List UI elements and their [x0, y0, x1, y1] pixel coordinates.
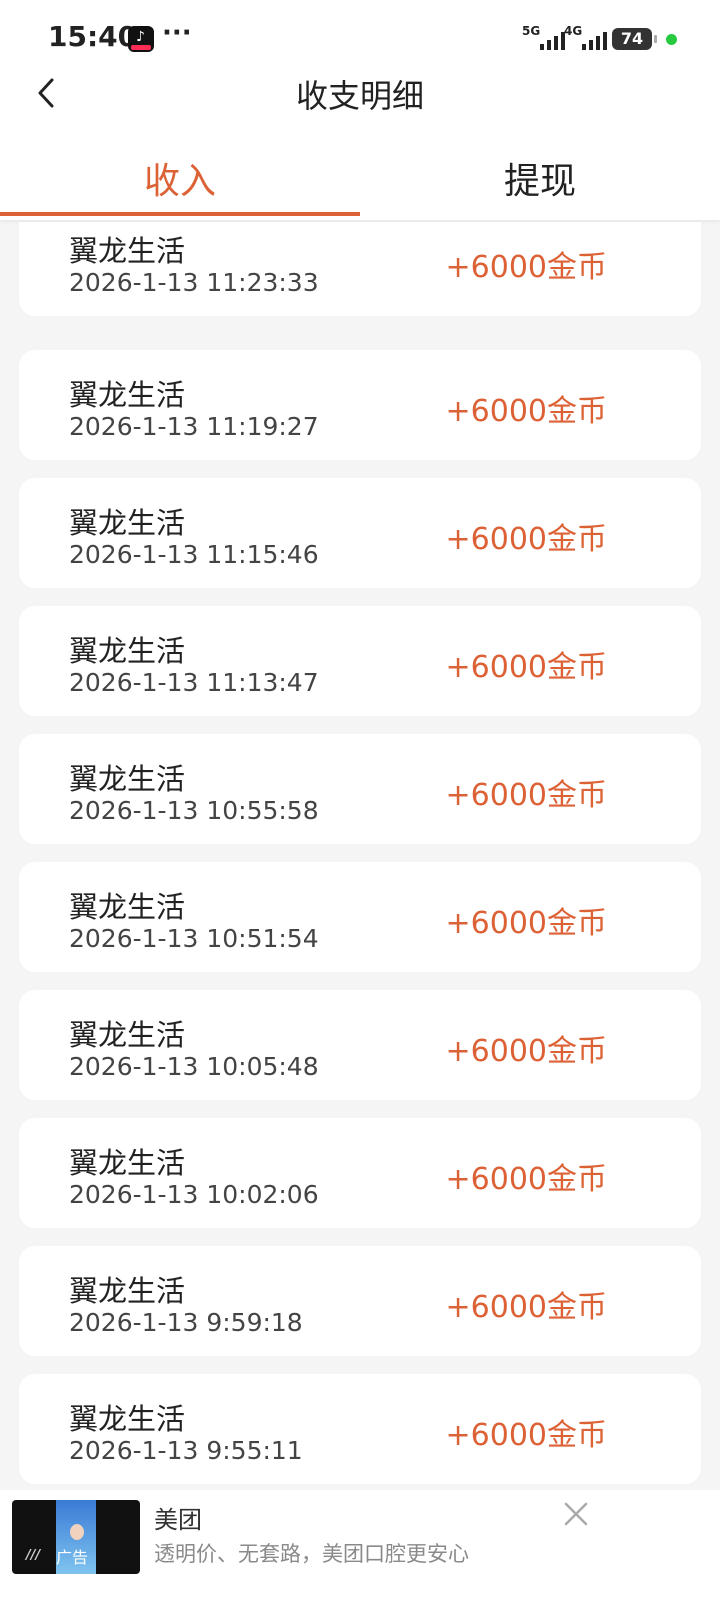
record-source: 翼龙生活 — [69, 762, 186, 796]
battery-icon: 74 — [612, 28, 657, 50]
list-item: 翼龙生活 2026-1-13 11:19:27 +6000金币 — [19, 350, 701, 460]
list-item: 翼龙生活 2026-1-13 10:05:48 +6000金币 — [19, 990, 701, 1100]
ad-label: 广告 — [56, 1548, 89, 1567]
record-amount: +6000金币 — [445, 250, 607, 285]
list-item: 翼龙生活 2026-1-13 11:23:33 +6000金币 — [19, 222, 701, 316]
ad-title: 美团 — [154, 1506, 202, 1534]
list-item: 翼龙生活 2026-1-13 10:55:58 +6000金币 — [19, 734, 701, 844]
status-time: 15:40 — [48, 20, 138, 53]
record-time: 2026-1-13 9:59:18 — [69, 1308, 303, 1337]
tab-bar: 收入 提现 — [0, 138, 720, 220]
record-amount: +6000金币 — [445, 394, 607, 429]
active-tab-indicator — [0, 212, 360, 216]
record-time: 2026-1-13 10:02:06 — [69, 1180, 319, 1209]
record-time: 2026-1-13 11:13:47 — [69, 668, 319, 697]
page-title: 收支明细 — [295, 77, 424, 115]
network-type-4g: 4G — [564, 24, 583, 38]
income-record-list[interactable]: 翼龙生活 2026-1-13 11:23:33 +6000金币 翼龙生活 202… — [0, 222, 720, 1490]
ad-description: 透明价、无套路，美团口腔更安心 — [154, 1542, 469, 1566]
list-item: 翼龙生活 2026-1-13 10:02:06 +6000金币 — [19, 1118, 701, 1228]
list-item: 翼龙生活 2026-1-13 11:13:47 +6000金币 — [19, 606, 701, 716]
ad-thumbnail[interactable]: /// 广告 — [12, 1500, 140, 1574]
record-amount: +6000金币 — [445, 906, 607, 941]
record-source: 翼龙生活 — [69, 890, 186, 924]
ad-person-image — [70, 1524, 84, 1540]
record-source: 翼龙生活 — [69, 234, 186, 268]
privacy-indicator-dot — [666, 34, 677, 45]
list-item: 翼龙生活 2026-1-13 10:51:54 +6000金币 — [19, 862, 701, 972]
network-type-5g: 5G — [522, 24, 541, 38]
record-source: 翼龙生活 — [69, 1274, 186, 1308]
tiktok-notification-icon: ♪ — [128, 26, 154, 52]
record-source: 翼龙生活 — [69, 634, 186, 668]
ad-banner[interactable]: /// 广告 美团 透明价、无套路，美团口腔更安心 — [0, 1490, 720, 1600]
record-amount: +6000金币 — [445, 1034, 607, 1069]
list-item: 翼龙生活 2026-1-13 9:55:11 +6000金币 — [19, 1374, 701, 1484]
record-time: 2026-1-13 11:23:33 — [69, 268, 319, 297]
back-arrow-icon[interactable] — [36, 78, 72, 114]
header-bar: 收支明细 — [0, 78, 720, 138]
tab-income[interactable]: 收入 — [0, 152, 360, 204]
record-amount: +6000金币 — [445, 778, 607, 813]
record-time: 2026-1-13 10:05:48 — [69, 1052, 319, 1081]
more-notifications-icon: ··· — [162, 18, 192, 48]
record-amount: +6000金币 — [445, 1162, 607, 1197]
tab-withdraw[interactable]: 提现 — [360, 152, 720, 204]
record-source: 翼龙生活 — [69, 506, 186, 540]
record-source: 翼龙生活 — [69, 1146, 186, 1180]
record-source: 翼龙生活 — [69, 1018, 186, 1052]
record-amount: +6000金币 — [445, 1418, 607, 1453]
list-item: 翼龙生活 2026-1-13 11:15:46 +6000金币 — [19, 478, 701, 588]
record-amount: +6000金币 — [445, 650, 607, 685]
record-time: 2026-1-13 11:19:27 — [69, 412, 319, 441]
record-time: 2026-1-13 9:55:11 — [69, 1436, 303, 1465]
close-icon[interactable] — [560, 1498, 592, 1530]
status-bar: 15:40 ♪ ··· 5G 4G 74 — [0, 0, 720, 78]
record-amount: +6000金币 — [445, 1290, 607, 1325]
list-item: 翼龙生活 2026-1-13 9:59:18 +6000金币 — [19, 1246, 701, 1356]
record-time: 2026-1-13 10:55:58 — [69, 796, 319, 825]
record-time: 2026-1-13 11:15:46 — [69, 540, 319, 569]
record-time: 2026-1-13 10:51:54 — [69, 924, 319, 953]
record-source: 翼龙生活 — [69, 1402, 186, 1436]
record-source: 翼龙生活 — [69, 378, 186, 412]
ad-network-logo-icon: /// — [26, 1548, 41, 1563]
record-amount: +6000金币 — [445, 522, 607, 557]
